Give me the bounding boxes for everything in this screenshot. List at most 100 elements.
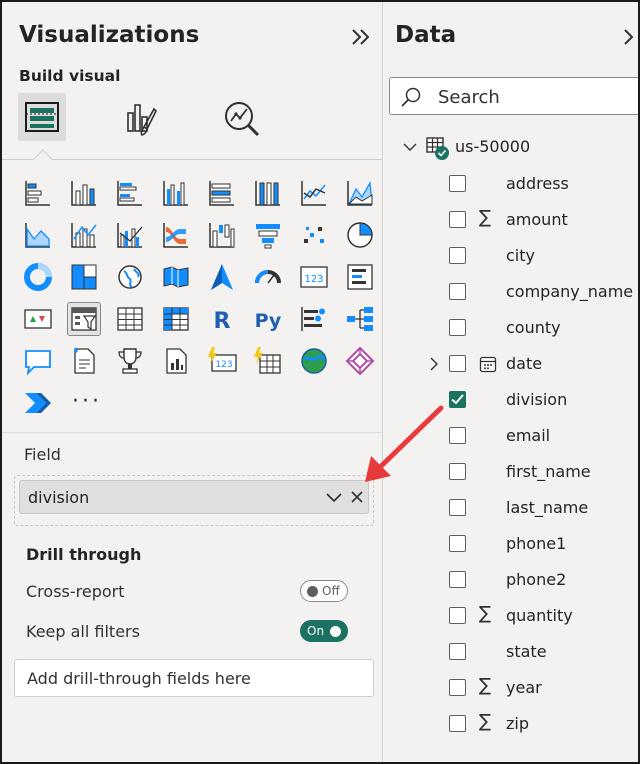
field-row[interactable]: phone2 <box>383 562 638 598</box>
field-row[interactable]: phone1 <box>383 526 638 562</box>
data-pane: Data Search us-50000 address ∑ amount city c… <box>383 2 638 762</box>
build-visual-tab[interactable] <box>18 93 66 141</box>
field-checkbox[interactable] <box>449 643 466 660</box>
expand-table-caret-icon[interactable] <box>403 140 417 154</box>
paginated-report-icon[interactable] <box>160 345 192 377</box>
field-row[interactable]: county <box>383 310 638 346</box>
field-row[interactable]: company_name <box>383 274 638 310</box>
field-row[interactable]: last_name <box>383 490 638 526</box>
field-name: last_name <box>506 498 589 517</box>
search-icon <box>401 87 421 107</box>
arcgis-map-icon[interactable] <box>298 345 330 377</box>
stacked-column-chart-icon[interactable] <box>68 177 100 209</box>
sigma-icon: ∑ <box>479 675 492 696</box>
svg-text:123: 123 <box>215 360 232 370</box>
svg-text:123: 123 <box>304 274 323 285</box>
power-automate-icon[interactable] <box>252 345 284 377</box>
field-checkbox[interactable] <box>449 247 466 264</box>
drill-through-field-well[interactable]: Add drill-through fields here <box>14 659 374 697</box>
clustered-column-chart-icon[interactable] <box>160 177 192 209</box>
field-checkbox[interactable] <box>449 535 466 552</box>
slicer-icon[interactable] <box>67 302 101 336</box>
clustered-bar-chart-icon[interactable] <box>114 177 146 209</box>
more-visuals-button[interactable]: ··· <box>72 391 102 413</box>
annotation-arrow <box>365 405 444 482</box>
field-name: division <box>506 390 568 409</box>
power-apps-card-icon[interactable]: 123 <box>206 345 238 377</box>
table-icon[interactable] <box>114 303 146 335</box>
field-checkbox[interactable] <box>449 715 466 732</box>
collapse-data-pane-icon[interactable] <box>620 24 638 50</box>
field-well-label: Field <box>24 445 61 464</box>
stacked-area-chart-icon[interactable] <box>22 219 54 251</box>
decomposition-tree-icon[interactable] <box>344 303 376 335</box>
format-visual-icon <box>127 104 157 136</box>
field-checkbox[interactable] <box>449 499 466 516</box>
field-row[interactable]: address <box>383 166 638 202</box>
field-checkbox[interactable] <box>449 319 466 336</box>
data-title: Data <box>395 22 457 48</box>
python-visual-icon[interactable]: Py <box>252 303 284 335</box>
qa-visual-icon[interactable] <box>22 345 54 377</box>
toggle-state-text: On <box>307 624 325 638</box>
funnel-chart-icon[interactable] <box>252 219 284 251</box>
line-chart-icon[interactable] <box>298 177 330 209</box>
kpi-icon[interactable] <box>22 303 54 335</box>
line-and-clustered-column-icon[interactable] <box>114 219 146 251</box>
field-checkbox[interactable] <box>449 679 466 696</box>
sigma-icon: ∑ <box>479 207 492 228</box>
collapse-pane-icon[interactable] <box>348 24 374 50</box>
search-input[interactable]: Search <box>389 77 638 115</box>
field-checkbox[interactable] <box>449 283 466 300</box>
waterfall-chart-icon[interactable] <box>206 219 238 251</box>
field-checkbox[interactable] <box>449 211 466 228</box>
field-row[interactable]: ∑ year <box>383 670 638 706</box>
cross-report-toggle[interactable]: Off <box>300 580 348 602</box>
multi-row-card-icon[interactable] <box>344 261 376 293</box>
filled-map-icon[interactable] <box>160 261 192 293</box>
r-script-visual-icon[interactable]: R <box>206 303 238 335</box>
power-automate-flow-icon[interactable] <box>22 387 54 419</box>
map-icon[interactable] <box>114 261 146 293</box>
chevron-down-icon[interactable] <box>326 491 342 505</box>
line-and-stacked-column-icon[interactable] <box>68 219 100 251</box>
format-visual-tab[interactable] <box>118 95 166 143</box>
azure-map-icon[interactable] <box>206 261 238 293</box>
field-name: year <box>506 678 542 697</box>
100-stacked-bar-chart-icon[interactable] <box>206 177 238 209</box>
keep-all-filters-toggle[interactable]: On <box>300 620 348 642</box>
table-name[interactable]: us-50000 <box>455 137 530 156</box>
remove-field-icon[interactable] <box>350 490 364 504</box>
field-checkbox[interactable] <box>449 175 466 192</box>
stacked-bar-chart-icon[interactable] <box>22 177 54 209</box>
field-row[interactable]: date <box>383 346 638 382</box>
field-name: quantity <box>506 606 573 625</box>
key-influencers-icon[interactable] <box>298 303 330 335</box>
field-row[interactable]: state <box>383 634 638 670</box>
goals-trophy-icon[interactable] <box>114 345 146 377</box>
100-stacked-column-chart-icon[interactable] <box>252 177 284 209</box>
scatter-chart-icon[interactable] <box>298 219 330 251</box>
gauge-icon[interactable] <box>252 261 284 293</box>
field-checkbox[interactable] <box>449 355 466 372</box>
field-checkbox[interactable] <box>449 607 466 624</box>
field-row[interactable]: ∑ amount <box>383 202 638 238</box>
pie-chart-icon[interactable] <box>344 219 376 251</box>
field-name: amount <box>506 210 568 229</box>
card-icon[interactable]: 123 <box>298 261 330 293</box>
ribbon-chart-icon[interactable] <box>160 219 192 251</box>
treemap-icon[interactable] <box>68 261 100 293</box>
area-chart-icon[interactable] <box>344 177 376 209</box>
expand-caret-icon[interactable] <box>427 357 441 371</box>
matrix-icon[interactable] <box>160 303 192 335</box>
field-well[interactable]: division <box>14 475 374 526</box>
power-apps-icon[interactable] <box>344 345 376 377</box>
field-row[interactable]: city <box>383 238 638 274</box>
donut-chart-icon[interactable] <box>22 261 54 293</box>
analytics-tab[interactable] <box>218 95 266 143</box>
smart-narrative-icon[interactable] <box>68 345 100 377</box>
field-row[interactable]: ∑ quantity <box>383 598 638 634</box>
field-pill[interactable]: division <box>19 480 369 514</box>
field-row[interactable]: ∑ zip <box>383 706 638 742</box>
field-checkbox[interactable] <box>449 571 466 588</box>
